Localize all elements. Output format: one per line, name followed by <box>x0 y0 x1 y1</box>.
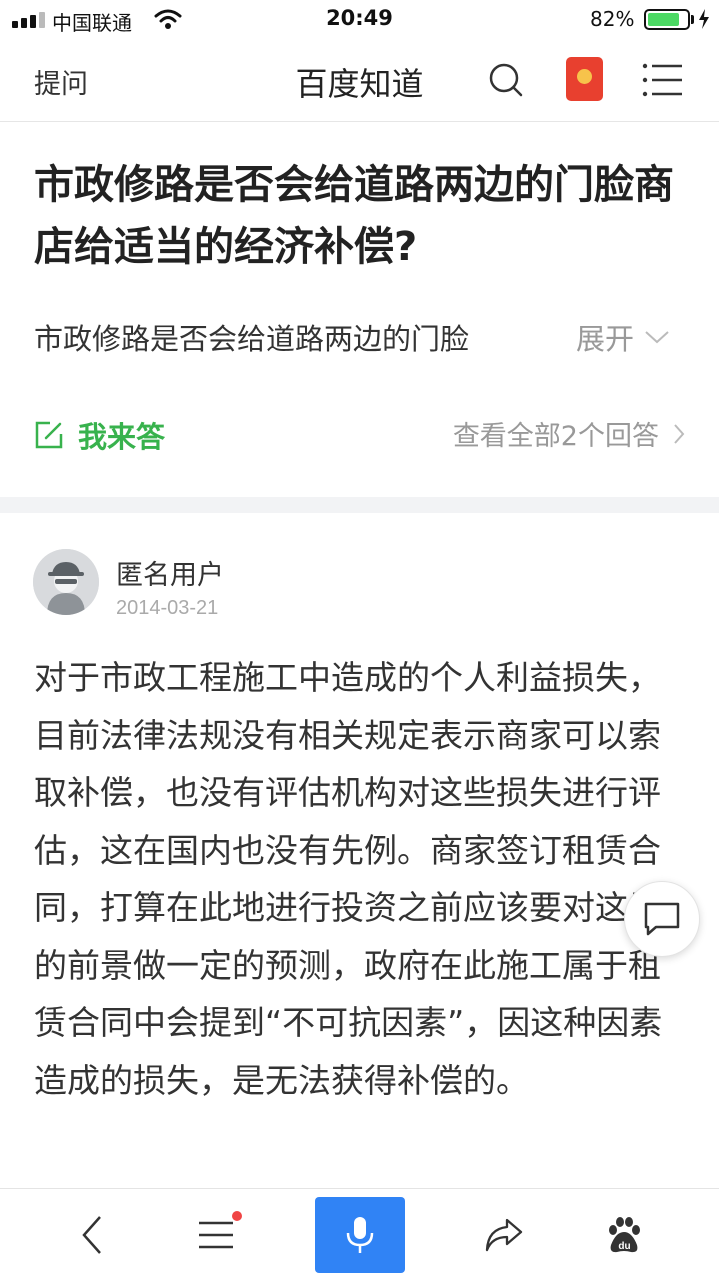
share-button[interactable] <box>468 1189 540 1280</box>
question-description: 市政修路是否会给道路两边的门脸 <box>34 322 470 356</box>
comment-button[interactable] <box>624 881 700 957</box>
battery-percent: 82% <box>590 7 635 31</box>
back-button[interactable] <box>56 1189 128 1280</box>
chevron-down-icon <box>645 331 669 344</box>
expand-button[interactable]: 展开 <box>576 316 670 358</box>
question-title: 市政修路是否会给道路两边的门脸商店给适当的经济补偿? <box>34 162 674 270</box>
section-divider <box>0 497 719 513</box>
baidu-button[interactable]: du <box>588 1189 660 1280</box>
search-icon[interactable] <box>486 60 526 100</box>
answer-text: 对于市政工程施工中造成的个人利益损失，目前法律法规没有相关规定表示商家可以索取补… <box>34 658 663 1100</box>
question-section: 市政修路是否会给道路两边的门脸商店给适当的经济补偿? 市政修路是否会给道路两边的… <box>0 122 719 497</box>
avatar[interactable] <box>33 549 99 615</box>
battery-cap <box>691 15 694 24</box>
view-all-label: 查看全部2个回答 <box>452 421 659 452</box>
baidu-paw-icon: du <box>609 1217 640 1253</box>
page-title: 百度知道 <box>295 65 424 103</box>
expand-label: 展开 <box>576 322 635 356</box>
answer-button[interactable]: 我来答 <box>34 414 165 456</box>
charging-icon <box>699 9 709 29</box>
ask-button[interactable]: 提问 <box>34 62 88 101</box>
status-bar: 中国联通 20:49 82% <box>0 0 719 40</box>
menu-icon[interactable] <box>642 62 684 98</box>
answer-label: 我来答 <box>78 420 166 454</box>
red-packet-icon[interactable] <box>566 57 603 101</box>
answer-date: 2014-03-21 <box>116 597 219 619</box>
comment-icon <box>644 902 680 936</box>
list-icon <box>199 1221 233 1249</box>
author-name[interactable]: 匿名用户 <box>116 553 224 592</box>
list-button[interactable] <box>180 1189 252 1280</box>
nav-bar: 提问 百度知道 <box>0 40 719 122</box>
microphone-icon <box>346 1217 374 1253</box>
back-icon <box>82 1216 101 1254</box>
svg-text:du: du <box>618 1241 630 1252</box>
chevron-right-icon <box>674 423 685 444</box>
view-all-answers-link[interactable]: 查看全部2个回答 <box>453 414 685 453</box>
bottom-toolbar: du <box>0 1188 719 1280</box>
battery-icon <box>644 9 690 30</box>
edit-icon <box>35 421 63 449</box>
voice-button[interactable] <box>315 1197 405 1273</box>
share-icon <box>485 1218 523 1252</box>
notification-dot <box>232 1211 242 1221</box>
answer-card: 匿名用户 2014-03-21 对于市政工程施工中造成的个人利益损失，目前法律法… <box>0 513 719 1188</box>
